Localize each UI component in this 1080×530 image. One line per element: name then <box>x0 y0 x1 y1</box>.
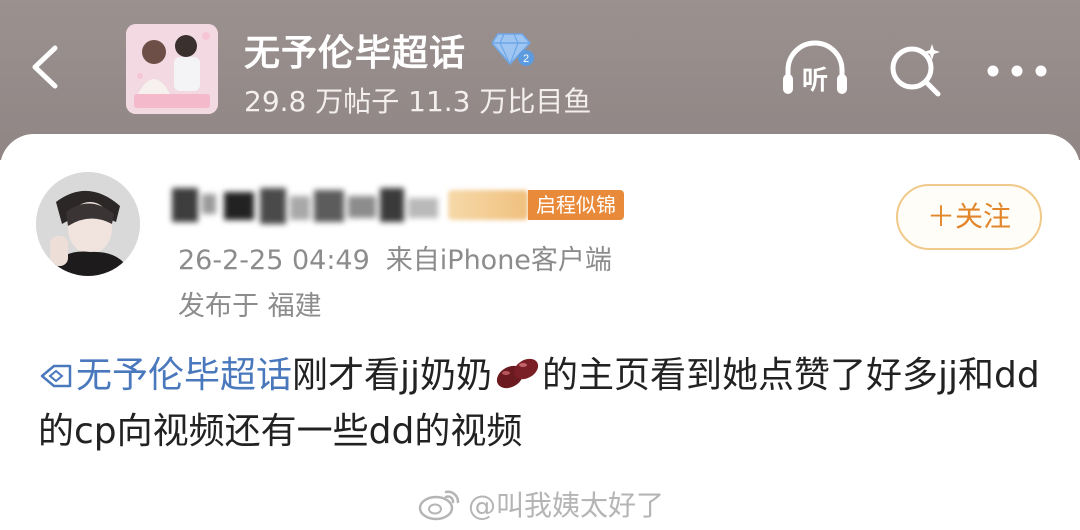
author-avatar[interactable] <box>36 172 140 276</box>
author-badge: 启程似锦 <box>528 190 624 220</box>
topic-link[interactable]: 无予伦毕超话 <box>38 355 292 396</box>
search-sparkle-icon[interactable] <box>886 40 946 100</box>
post-text-part1: 刚才看jj奶奶 <box>292 355 493 396</box>
weibo-watermark: @叫我姨太好了 <box>418 484 664 524</box>
watermark-text: @叫我姨太好了 <box>468 489 665 522</box>
back-icon[interactable] <box>22 42 72 92</box>
topic-cover-image[interactable] <box>126 24 218 114</box>
follow-button[interactable]: ＋关注 <box>896 184 1042 250</box>
topic-link-label[interactable]: 无予伦毕超话 <box>76 355 292 396</box>
badge-icon-redacted <box>448 190 528 220</box>
topic-stats: 29.8 万帖子 11.3 万比目鱼 <box>244 85 592 118</box>
diamond-level-icon: 2 <box>492 33 534 66</box>
super-topic-icon <box>40 364 72 388</box>
bean-emoji-icon <box>496 358 539 389</box>
post-source: 来自iPhone客户端 <box>385 245 612 276</box>
listen-label: 听 <box>802 66 828 96</box>
level-number: 2 <box>523 53 529 65</box>
post-location: 发布于 福建 <box>178 291 322 322</box>
post-meta: 26-2-25 04:49 来自iPhone客户端 <box>178 238 612 277</box>
more-dots-icon[interactable] <box>984 56 1050 86</box>
post-timestamp: 26-2-25 04:49 <box>178 245 370 276</box>
post-content: 无予伦毕超话刚才看jj奶奶 的主页看到她点赞了好多jj和dd的cp向视频还有一些d… <box>38 348 1048 460</box>
topic-title[interactable]: 无予伦毕超话 <box>244 24 466 76</box>
weibo-logo-icon <box>418 490 460 521</box>
author-name-redacted[interactable] <box>172 186 444 224</box>
listen-button[interactable]: 听 <box>780 40 850 100</box>
